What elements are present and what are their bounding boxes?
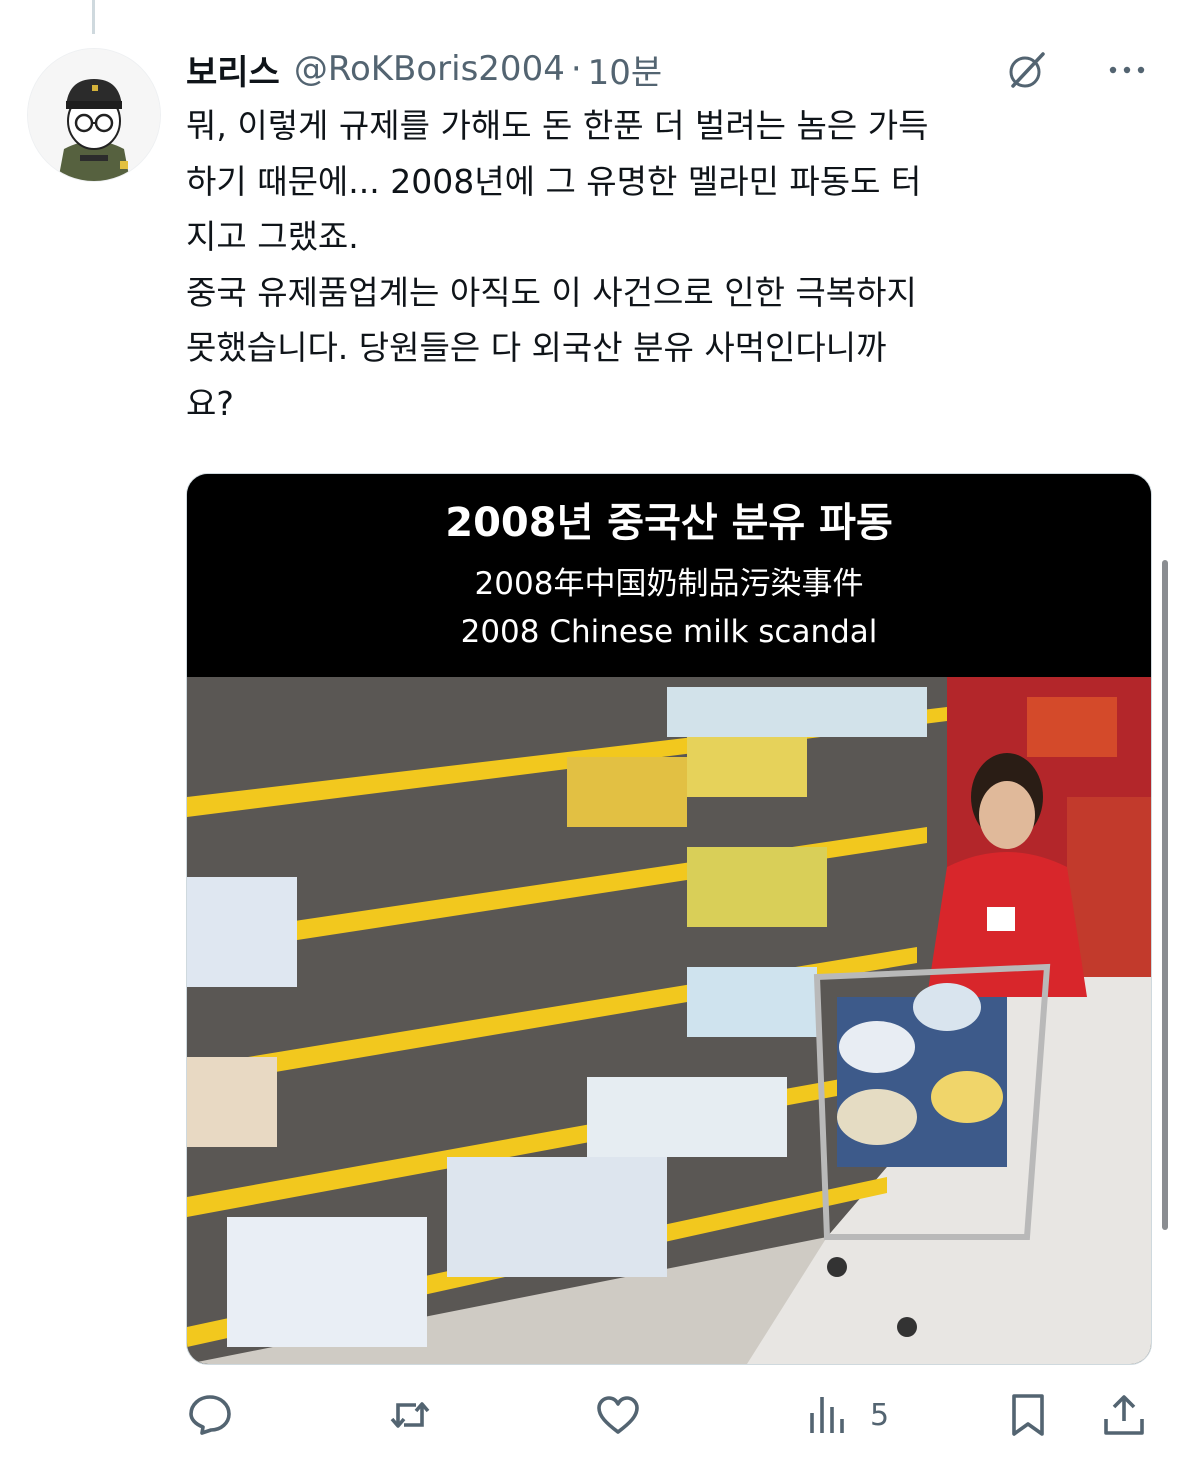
heart-icon xyxy=(597,1396,639,1434)
tweet-image[interactable]: 2008년 중국산 분유 파동 2008年中国奶制品污染事件 2008 Chin… xyxy=(186,473,1152,1365)
grok-icon[interactable] xyxy=(1005,48,1049,92)
retweet-icon xyxy=(390,1402,430,1428)
supermarket-photo xyxy=(187,677,1151,1364)
image-title-korean: 2008년 중국산 분유 파동 xyxy=(445,500,893,546)
thread-connector-line xyxy=(92,0,95,34)
more-options-icon[interactable] xyxy=(1105,50,1149,90)
bookmark-icon xyxy=(1012,1394,1044,1436)
image-title-english: 2008 Chinese milk scandal xyxy=(460,614,878,650)
views-button[interactable]: 5 xyxy=(804,1385,889,1445)
tweet-header: 보리스 @RoKBoris2004 · 10분 xyxy=(186,44,1149,94)
timestamp[interactable]: 10분 xyxy=(588,45,663,94)
page-scrollbar[interactable] xyxy=(1162,560,1168,1230)
image-title-chinese: 2008年中国奶制品污染事件 xyxy=(474,566,864,602)
retweet-button[interactable] xyxy=(386,1385,434,1445)
like-button[interactable] xyxy=(594,1385,642,1445)
tweet-text: 뭐, 이렇게 규제를 가해도 돈 한푼 더 벌려는 놈은 가득 하기 때문에..… xyxy=(186,106,929,423)
user-handle[interactable]: @RoKBoris2004 xyxy=(294,49,565,89)
share-icon xyxy=(1104,1395,1144,1435)
image-caption-banner: 2008년 중국산 분유 파동 2008年中国奶制品污染事件 2008 Chin… xyxy=(187,474,1151,677)
soldier-avatar-illustration xyxy=(28,49,160,181)
separator-dot: · xyxy=(570,49,582,89)
avatar[interactable] xyxy=(27,48,161,182)
display-name[interactable]: 보리스 xyxy=(186,45,280,94)
reply-button[interactable] xyxy=(186,1385,234,1445)
bookmark-button[interactable] xyxy=(1004,1385,1052,1445)
tweet-actions-bar: 5 xyxy=(186,1385,1150,1445)
views-chart-icon xyxy=(810,1397,844,1433)
reply-icon xyxy=(189,1395,231,1435)
share-button[interactable] xyxy=(1100,1385,1148,1445)
views-count: 5 xyxy=(870,1397,890,1433)
